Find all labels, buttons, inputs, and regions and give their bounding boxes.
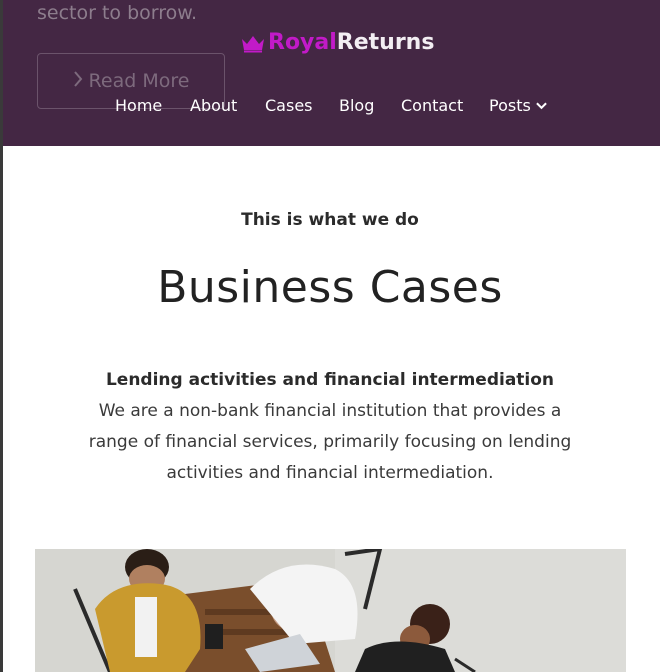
brand-logo[interactable]: Royal Returns [240, 30, 434, 55]
section-description: We are a non-bank financial institution … [88, 401, 572, 483]
nav-item-label: Cases [265, 96, 313, 115]
chevron-down-icon [536, 102, 547, 109]
nav-item-posts[interactable]: Posts [489, 96, 547, 115]
nav-item-home[interactable]: Home [115, 96, 162, 115]
nav-item-contact[interactable]: Contact [401, 96, 463, 115]
section-title: Business Cases [157, 262, 503, 313]
nav-item-label: Blog [339, 96, 375, 115]
nav-item-blog[interactable]: Blog [339, 96, 374, 115]
nav-item-label: About [190, 96, 238, 115]
chevron-right-icon [73, 70, 83, 92]
nav-item-label: Contact [401, 96, 464, 115]
crown-icon [242, 35, 264, 52]
section-eyebrow: This is what we do [241, 210, 419, 230]
brand-name-part2: Returns [336, 30, 435, 55]
hero-text-fragment: sector to borrow. [37, 2, 198, 24]
window-left-edge [0, 0, 3, 672]
nav-item-label: Posts [489, 96, 531, 115]
nav-item-label: Home [115, 96, 163, 115]
team-meeting-photo [35, 549, 626, 672]
section-subtitle: Lending activities and financial interme… [105, 370, 555, 390]
photo-illustration [35, 549, 626, 672]
read-more-label: Read More [88, 70, 190, 92]
nav-item-cases[interactable]: Cases [265, 96, 313, 115]
nav-item-about[interactable]: About [190, 96, 237, 115]
brand-name-part1: Royal [268, 30, 337, 55]
